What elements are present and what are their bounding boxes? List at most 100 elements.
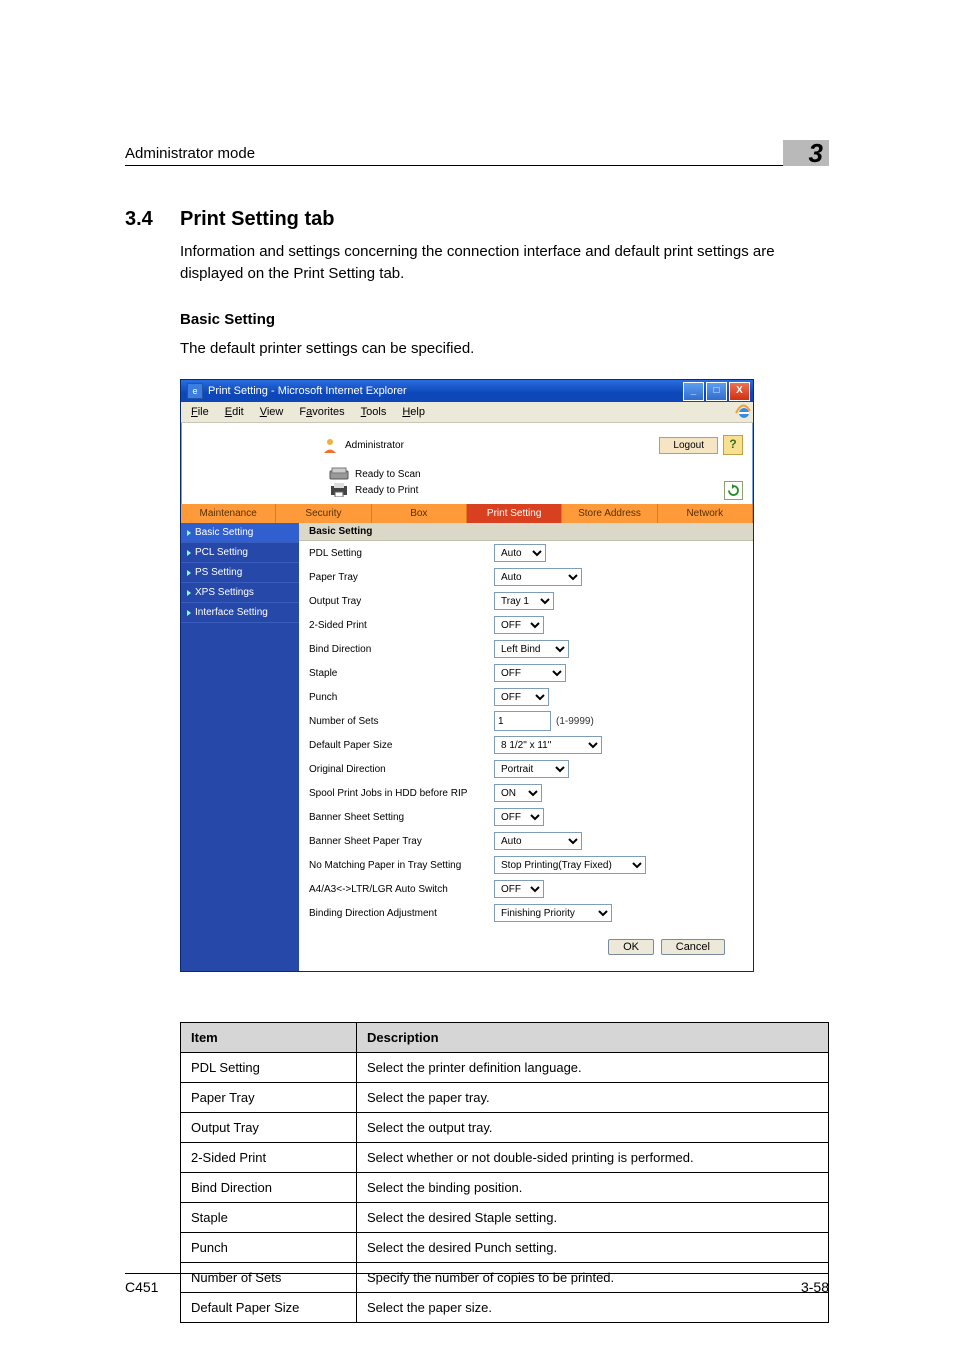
form-label: Paper Tray — [309, 572, 494, 583]
form-label: Banner Sheet Setting — [309, 812, 494, 823]
window-title: Print Setting - Microsoft Internet Explo… — [208, 385, 683, 397]
menu-favorites[interactable]: Favorites — [293, 404, 350, 420]
form-label: Default Paper Size — [309, 740, 494, 751]
sidebar-item-label: Basic Setting — [195, 527, 253, 538]
ok-button[interactable]: OK — [608, 939, 654, 955]
tab-print-setting[interactable]: Print Setting — [467, 504, 562, 523]
select-banner-sheet-paper-tray[interactable]: Auto — [494, 832, 582, 850]
help-button[interactable]: ? — [723, 435, 743, 455]
tab-network[interactable]: Network — [658, 504, 753, 523]
sidebar-item-label: PCL Setting — [195, 547, 248, 558]
select-spool-print-jobs-in-hdd-before-rip[interactable]: ON — [494, 784, 542, 802]
form-row: No Matching Paper in Tray SettingStop Pr… — [299, 853, 753, 877]
select-binding-direction-adjustment[interactable]: Finishing Priority — [494, 904, 612, 922]
sidebar-item-label: XPS Settings — [195, 587, 254, 598]
form-row: Banner Sheet Paper TrayAuto — [299, 829, 753, 853]
triangle-icon — [187, 550, 191, 556]
window-close-button[interactable]: X — [729, 382, 750, 401]
form-heading: Basic Setting — [299, 523, 753, 541]
table-row: 2-Sided PrintSelect whether or not doubl… — [181, 1143, 829, 1173]
form-label: 2-Sided Print — [309, 620, 494, 631]
form-row: Binding Direction AdjustmentFinishing Pr… — [299, 901, 753, 925]
table-cell-item: PDL Setting — [181, 1053, 357, 1083]
select-default-paper-size[interactable]: 8 1/2" x 11" — [494, 736, 602, 754]
form-row: 2-Sided PrintOFF — [299, 613, 753, 637]
window-minimize-button[interactable]: _ — [683, 382, 704, 401]
menu-tools[interactable]: Tools — [355, 404, 393, 420]
form-row: Bind DirectionLeft Bind — [299, 637, 753, 661]
tab-security[interactable]: Security — [276, 504, 371, 523]
status-print: Ready to Print — [355, 485, 418, 496]
table-cell-description: Select the output tray. — [357, 1113, 829, 1143]
footer-page: 3-58 — [801, 1279, 829, 1295]
table-cell-item: Staple — [181, 1203, 357, 1233]
browser-menubar: File Edit View Favorites Tools Help — [181, 402, 753, 423]
number-of-sets-input[interactable] — [494, 711, 551, 731]
scanner-icon — [329, 467, 349, 481]
browser-window: e Print Setting - Microsoft Internet Exp… — [180, 379, 754, 972]
form-row: PunchOFF — [299, 685, 753, 709]
menu-help[interactable]: Help — [396, 404, 431, 420]
form-row: Spool Print Jobs in HDD before RIPON — [299, 781, 753, 805]
form-label: Punch — [309, 692, 494, 703]
sub-heading: Basic Setting — [180, 311, 829, 328]
select-banner-sheet-setting[interactable]: OFF — [494, 808, 544, 826]
refresh-button[interactable] — [724, 481, 743, 500]
tab-maintenance[interactable]: Maintenance — [181, 504, 276, 523]
table-row: Bind DirectionSelect the binding positio… — [181, 1173, 829, 1203]
tab-box[interactable]: Box — [372, 504, 467, 523]
window-maximize-button[interactable]: □ — [706, 382, 727, 401]
cancel-button[interactable]: Cancel — [661, 939, 725, 955]
section-intro: Information and settings concerning the … — [180, 241, 829, 285]
form-label: PDL Setting — [309, 548, 494, 559]
table-cell-description: Select the paper size. — [357, 1293, 829, 1323]
footer-model: C451 — [125, 1279, 801, 1295]
sidebar-item-xps-settings[interactable]: XPS Settings — [181, 583, 299, 603]
select-staple[interactable]: OFF — [494, 664, 566, 682]
printer-icon — [329, 483, 349, 497]
sidebar: Basic Setting PCL Setting PS Setting XPS Se… — [181, 523, 299, 971]
select-no-matching-paper-in-tray-setting[interactable]: Stop Printing(Tray Fixed) — [494, 856, 646, 874]
table-row: PunchSelect the desired Punch setting. — [181, 1233, 829, 1263]
menu-edit[interactable]: Edit — [219, 404, 250, 420]
tab-store-address[interactable]: Store Address — [562, 504, 657, 523]
logout-button[interactable]: Logout — [659, 437, 718, 454]
sidebar-item-label: PS Setting — [195, 567, 242, 578]
select-bind-direction[interactable]: Left Bind — [494, 640, 569, 658]
sidebar-item-ps-setting[interactable]: PS Setting — [181, 563, 299, 583]
table-cell-description: Select the binding position. — [357, 1173, 829, 1203]
section-title: Print Setting tab — [180, 208, 334, 231]
form-label: Staple — [309, 668, 494, 679]
select-output-tray[interactable]: Tray 1 — [494, 592, 554, 610]
form-row: Default Paper Size8 1/2" x 11" — [299, 733, 753, 757]
select-pdl-setting[interactable]: Auto — [494, 544, 546, 562]
sidebar-item-label: Interface Setting — [195, 607, 268, 618]
table-cell-description: Select the desired Staple setting. — [357, 1203, 829, 1233]
form-row: PDL SettingAuto — [299, 541, 753, 565]
select-paper-tray[interactable]: Auto — [494, 568, 582, 586]
form-label: Output Tray — [309, 596, 494, 607]
table-row: Paper TraySelect the paper tray. — [181, 1083, 829, 1113]
triangle-icon — [187, 570, 191, 576]
menu-view[interactable]: View — [254, 404, 290, 420]
table-cell-description: Select the paper tray. — [357, 1083, 829, 1113]
table-header-item: Item — [181, 1023, 357, 1053]
form-row: StapleOFF — [299, 661, 753, 685]
form-row: Output TrayTray 1 — [299, 589, 753, 613]
menu-file[interactable]: File — [185, 404, 215, 420]
form-label: No Matching Paper in Tray Setting — [309, 860, 494, 871]
select-original-direction[interactable]: Portrait — [494, 760, 569, 778]
table-cell-item: 2-Sided Print — [181, 1143, 357, 1173]
select-punch[interactable]: OFF — [494, 688, 549, 706]
sidebar-item-pcl-setting[interactable]: PCL Setting — [181, 543, 299, 563]
status-scan: Ready to Scan — [355, 469, 421, 480]
select-a4-a3-ltr-lgr-auto-switch[interactable]: OFF — [494, 880, 544, 898]
sidebar-item-basic-setting[interactable]: Basic Setting — [181, 523, 299, 543]
window-titlebar: e Print Setting - Microsoft Internet Exp… — [181, 380, 753, 402]
table-cell-item: Output Tray — [181, 1113, 357, 1143]
select-2-sided-print[interactable]: OFF — [494, 616, 544, 634]
ie-page-icon: e — [187, 383, 203, 399]
form-label: Bind Direction — [309, 644, 494, 655]
sidebar-item-interface-setting[interactable]: Interface Setting — [181, 603, 299, 623]
chapter-badge: 3 — [783, 140, 829, 166]
